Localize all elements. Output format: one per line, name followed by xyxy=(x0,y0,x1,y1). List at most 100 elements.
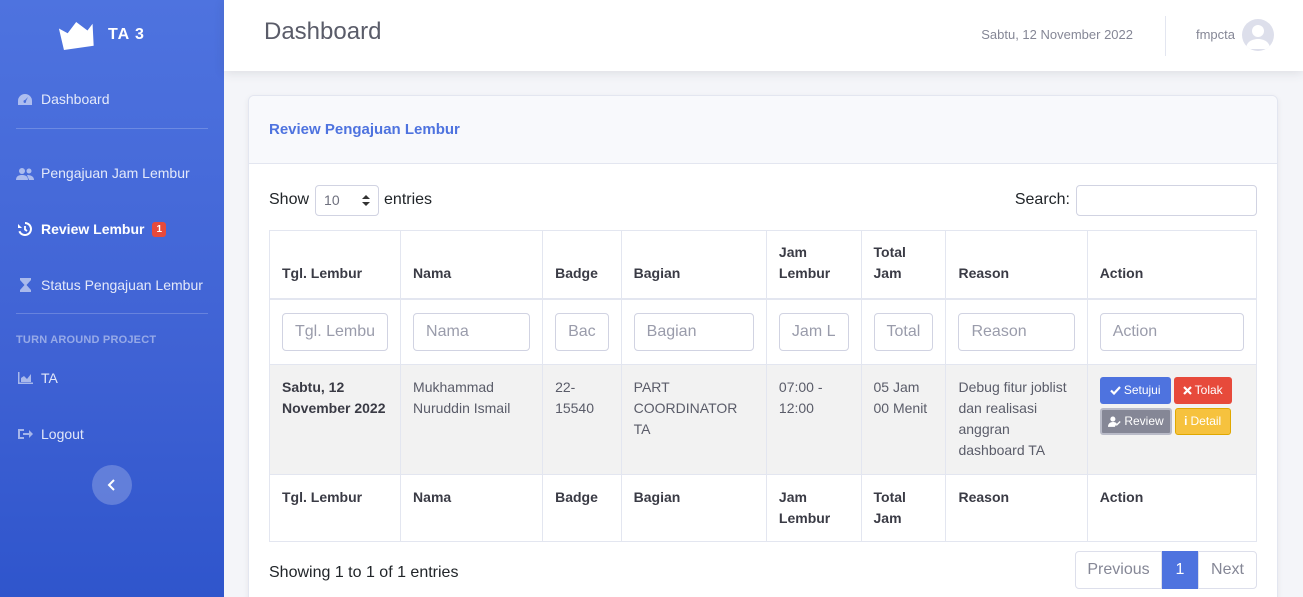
notification-badge: 1 xyxy=(152,221,167,237)
table-header-row: Tgl. Lembur Nama Badge Bagian Jam Lembur… xyxy=(268,230,1258,300)
search-label: Search: xyxy=(1014,191,1070,208)
sort-arrows-icon xyxy=(362,194,371,206)
filter-row: Tgl. Lembu Nama Bac Bagian Jam L Total R… xyxy=(268,298,1258,365)
col-footer-action: Action xyxy=(1086,474,1258,542)
col-header-badge[interactable]: Badge xyxy=(542,230,622,300)
user-edit-icon xyxy=(1107,416,1121,427)
filter-action-input[interactable]: Action xyxy=(1099,312,1244,351)
col-footer-badge: Badge xyxy=(542,474,622,542)
previous-button[interactable]: Previous xyxy=(1075,551,1162,589)
entries-select[interactable]: 10 xyxy=(315,184,380,216)
table-footer-row: Tgl. Lembur Nama Badge Bagian Jam Lembur… xyxy=(268,474,1258,542)
sidebar-item-ta[interactable]: TA xyxy=(0,350,224,406)
next-button[interactable]: Next xyxy=(1198,551,1257,589)
page-1-button[interactable]: 1 xyxy=(1162,551,1198,589)
sidebar-item-label: Status Pengajuan Lembur xyxy=(41,277,203,293)
filter-cell: Action xyxy=(1086,298,1258,365)
col-header-bagian[interactable]: Bagian xyxy=(620,230,767,300)
action-buttons: Setujui Tolak Review i Detail xyxy=(1099,377,1240,435)
check-icon xyxy=(1110,386,1121,395)
filter-cell: Reason xyxy=(945,298,1088,365)
col-header-reason[interactable]: Reason xyxy=(945,230,1088,300)
crown-logo-icon xyxy=(58,21,94,50)
sidebar-divider xyxy=(16,128,208,129)
filter-cell: Total xyxy=(860,298,947,365)
sidebar-item-label: Pengajuan Jam Lembur xyxy=(41,165,190,181)
col-header-nama[interactable]: Nama xyxy=(400,230,544,300)
show-label: Show xyxy=(269,191,310,208)
review-button[interactable]: Review xyxy=(1099,408,1172,435)
col-header-action[interactable]: Action xyxy=(1086,230,1258,300)
col-footer-bagian: Bagian xyxy=(620,474,767,542)
filter-total-input[interactable]: Total xyxy=(873,312,934,351)
setujui-label: Setujui xyxy=(1123,383,1161,397)
sidebar-item-review-lembur[interactable]: Review Lembur 1 xyxy=(0,201,224,257)
overtime-table: Tgl. Lembur Nama Badge Bagian Jam Lembur… xyxy=(268,230,1258,542)
cell-nama: Mukhammad Nuruddin Ismail xyxy=(400,364,544,475)
filter-cell: Tgl. Lembu xyxy=(268,298,402,365)
sidebar-item-dashboard[interactable]: Dashboard xyxy=(0,70,224,128)
review-label: Review xyxy=(1124,414,1164,428)
filter-reason-input[interactable]: Reason xyxy=(958,312,1075,351)
card-title: Review Pengajuan Lembur xyxy=(269,121,460,138)
sidebar-item-logout[interactable]: Logout xyxy=(0,406,224,462)
topbar-divider xyxy=(1165,16,1166,56)
history-icon xyxy=(16,222,34,236)
detail-button[interactable]: i Detail xyxy=(1174,408,1231,435)
col-header-total[interactable]: Total Jam xyxy=(860,230,947,300)
col-footer-nama: Nama xyxy=(400,474,544,542)
filter-bagian-input[interactable]: Bagian xyxy=(633,312,754,351)
cell-bagian: PART COORDINATOR TA xyxy=(620,364,767,475)
sign-out-icon xyxy=(16,428,34,440)
username[interactable]: fmpcta xyxy=(1196,27,1235,42)
sidebar-heading: TURN AROUND PROJECT xyxy=(16,334,157,346)
col-header-tgl[interactable]: Tgl. Lembur xyxy=(268,230,402,300)
filter-cell: Bagian xyxy=(620,298,767,365)
search-input[interactable] xyxy=(1076,184,1257,216)
tolak-button[interactable]: Tolak xyxy=(1173,377,1232,404)
filter-badge-input[interactable]: Bac xyxy=(555,312,609,351)
filter-tgl-input[interactable]: Tgl. Lembu xyxy=(282,312,389,351)
col-footer-tgl: Tgl. Lembur xyxy=(268,474,402,542)
entries-length: Show 10 entries xyxy=(269,184,432,216)
cell-jam: 07:00 - 12:00 xyxy=(765,364,862,475)
chart-area-icon xyxy=(16,372,34,384)
sidebar: TA 3 Dashboard Pengajuan Jam Lembur Revi… xyxy=(0,0,224,597)
sidebar-item-label: Dashboard xyxy=(41,91,110,107)
review-card: Review Pengajuan Lembur Show 10 entries … xyxy=(248,95,1278,597)
sidebar-item-pengajuan[interactable]: Pengajuan Jam Lembur xyxy=(0,145,224,201)
filter-jam-input[interactable]: Jam L xyxy=(778,312,849,351)
brand-name: TA 3 xyxy=(108,26,145,43)
cell-badge: 22-15540 xyxy=(542,364,622,475)
sidebar-item-label: Logout xyxy=(41,426,84,442)
cell-total: 05 Jam 00 Menit xyxy=(860,364,947,475)
cell-tgl: Sabtu, 12 November 2022 xyxy=(268,364,402,475)
col-footer-jam: Jam Lembur xyxy=(765,474,862,542)
table-row: Sabtu, 12 November 2022 Mukhammad Nurudd… xyxy=(268,364,1258,475)
avatar[interactable] xyxy=(1242,19,1274,51)
hourglass-icon xyxy=(16,278,34,292)
setujui-button[interactable]: Setujui xyxy=(1099,377,1171,404)
cell-actions: Setujui Tolak Review i Detail xyxy=(1086,364,1258,475)
card-header: Review Pengajuan Lembur xyxy=(249,96,1277,164)
col-footer-reason: Reason xyxy=(945,474,1088,542)
brand[interactable]: TA 3 xyxy=(0,0,224,70)
pagination: Previous 1 Next xyxy=(1075,551,1257,589)
users-icon xyxy=(16,167,34,180)
filter-cell: Bac xyxy=(542,298,622,365)
topbar: Dashboard Sabtu, 12 November 2022 fmpcta xyxy=(224,0,1303,71)
filter-cell: Jam L xyxy=(765,298,862,365)
filter-nama-input[interactable]: Nama xyxy=(413,312,531,351)
col-footer-total: Total Jam xyxy=(860,474,947,542)
sidebar-toggle-button[interactable] xyxy=(92,465,132,505)
filter-cell: Nama xyxy=(400,298,544,365)
table-info: Showing 1 to 1 of 1 entries xyxy=(269,564,459,581)
sidebar-item-status-pengajuan[interactable]: Status Pengajuan Lembur xyxy=(0,257,224,313)
chevron-left-icon xyxy=(107,479,115,491)
info-icon: i xyxy=(1184,414,1188,428)
sidebar-item-label: Review Lembur xyxy=(41,221,145,237)
current-date: Sabtu, 12 November 2022 xyxy=(981,27,1133,42)
col-header-jam[interactable]: Jam Lembur xyxy=(765,230,862,300)
tachometer-icon xyxy=(16,93,34,106)
sidebar-item-label: TA xyxy=(41,370,58,386)
